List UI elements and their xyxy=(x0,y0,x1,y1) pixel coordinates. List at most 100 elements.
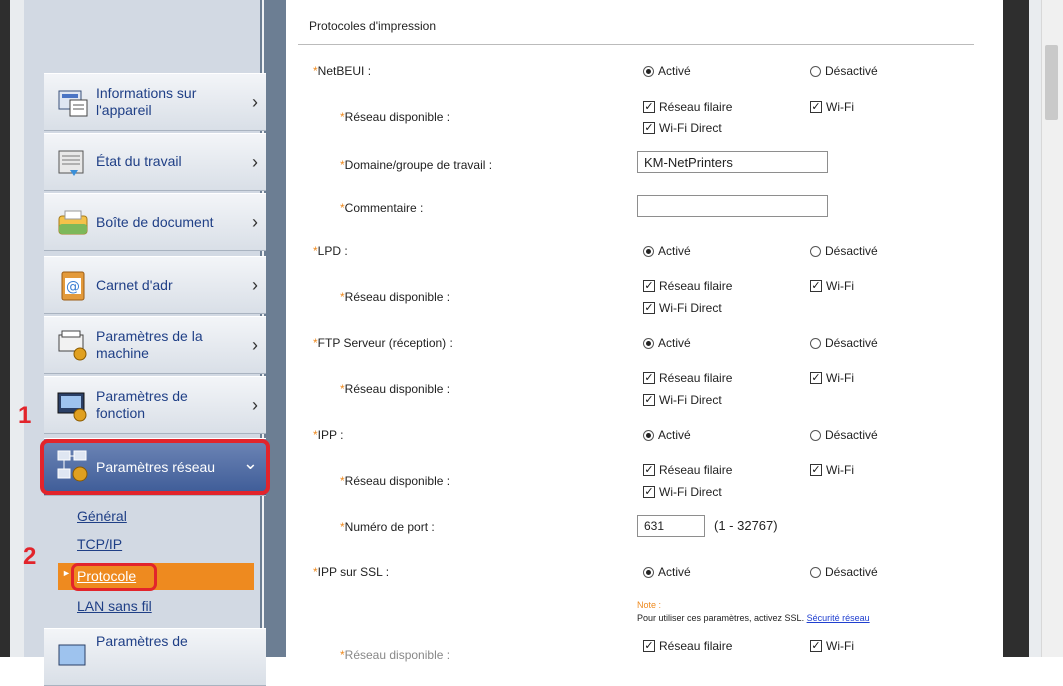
checkbox-checked-icon: ✓ xyxy=(643,101,655,113)
sidebar-item-etat-travail[interactable]: État du travail › xyxy=(44,133,266,191)
port-input[interactable]: 631 xyxy=(637,515,705,537)
check-ipp-ssl-wifi[interactable]: ✓ Wi-Fi xyxy=(810,639,854,653)
note-title: Note : xyxy=(637,600,662,610)
radio-ipp-ssl-active[interactable]: Activé xyxy=(643,565,691,579)
settings-folder-icon xyxy=(58,644,86,666)
option-label: Désactivé xyxy=(825,64,878,78)
sidebar-item-parametres-machine[interactable]: Paramètres de la machine › xyxy=(44,316,266,374)
sidebar-item-label: Boîte de document xyxy=(96,214,214,230)
chevron-right-icon: › xyxy=(252,212,258,232)
label-comment: *Commentaire : xyxy=(340,201,423,215)
label-text: Réseau disponible : xyxy=(344,110,451,124)
option-label: Réseau filaire xyxy=(659,463,733,477)
label-domain: *Domaine/groupe de travail : xyxy=(340,158,492,172)
option-label: Wi-Fi Direct xyxy=(659,121,722,135)
chevron-right-icon: › xyxy=(252,395,258,415)
window-right-frame xyxy=(1003,0,1029,657)
check-lpd-wired[interactable]: ✓ Réseau filaire xyxy=(643,279,732,293)
radio-ipp-ssl-inactive[interactable]: Désactivé xyxy=(810,565,878,579)
sub-link-general[interactable]: Général xyxy=(77,508,127,524)
security-link[interactable]: Sécurité réseau xyxy=(807,613,870,623)
comment-input[interactable] xyxy=(637,195,828,217)
sub-link-tcpip[interactable]: TCP/IP xyxy=(77,536,122,552)
check-ftp-wifi[interactable]: ✓ Wi-Fi xyxy=(810,371,854,385)
label-text: IPP : xyxy=(317,428,344,442)
radio-ipp-active[interactable]: Activé xyxy=(643,428,691,442)
checkbox-checked-icon: ✓ xyxy=(643,486,655,498)
note-text: Pour utiliser ces paramètres, activez SS… xyxy=(637,613,870,623)
check-lpd-wifi[interactable]: ✓ Wi-Fi xyxy=(810,279,854,293)
sidebar-item-label: État du travail xyxy=(96,153,182,169)
check-ipp-wifi-direct[interactable]: ✓ Wi-Fi Direct xyxy=(643,485,722,499)
scrollbar-thumb[interactable] xyxy=(1045,45,1058,120)
radio-ipp-inactive[interactable]: Désactivé xyxy=(810,428,878,442)
active-arrow-icon: ► xyxy=(62,568,71,578)
address-book-icon: @ xyxy=(61,271,85,301)
label-ftp: *FTP Serveur (réception) : xyxy=(313,336,453,350)
window-right-gutter xyxy=(1029,0,1041,657)
option-label: Activé xyxy=(658,64,691,78)
sidebar-item-label: Paramètres de xyxy=(96,388,188,404)
option-label: Wi-Fi xyxy=(826,639,854,653)
checkbox-checked-icon: ✓ xyxy=(810,101,822,113)
check-ipp-wifi[interactable]: ✓ Wi-Fi xyxy=(810,463,854,477)
radio-netbeui-active[interactable]: Activé xyxy=(643,64,691,78)
window-left-gutter xyxy=(10,0,24,657)
sub-link-lan-sans-fil[interactable]: LAN sans fil xyxy=(77,598,152,614)
chevron-right-icon: › xyxy=(252,275,258,295)
label-text: Réseau disponible : xyxy=(344,382,451,396)
check-ftp-wifi-direct[interactable]: ✓ Wi-Fi Direct xyxy=(643,393,722,407)
check-lpd-wifi-direct[interactable]: ✓ Wi-Fi Direct xyxy=(643,301,722,315)
callout-number-1: 1 xyxy=(18,402,32,429)
checkbox-checked-icon: ✓ xyxy=(643,640,655,652)
radio-checked-icon xyxy=(643,245,654,257)
sidebar-item-label: machine xyxy=(96,345,149,361)
sidebar-item-carnet-adr[interactable]: @ Carnet d'adr › xyxy=(44,256,266,314)
check-ipp-ssl-wired[interactable]: ✓ Réseau filaire xyxy=(643,639,732,653)
checkbox-checked-icon: ✓ xyxy=(643,280,655,292)
radio-checked-icon xyxy=(643,337,654,349)
label-netbeui: *NetBEUI : xyxy=(313,64,371,78)
option-label: Réseau filaire xyxy=(659,100,733,114)
checkbox-checked-icon: ✓ xyxy=(643,302,655,314)
sidebar-item-label: Paramètres de la xyxy=(96,328,203,344)
option-label: Activé xyxy=(658,336,691,350)
radio-unchecked-icon xyxy=(810,245,821,257)
radio-ftp-active[interactable]: Activé xyxy=(643,336,691,350)
label-netbeui-network: *Réseau disponible : xyxy=(340,110,450,124)
option-label: Désactivé xyxy=(825,244,878,258)
chevron-right-icon: › xyxy=(252,152,258,172)
sidebar-item-boite-document[interactable]: Boîte de document › xyxy=(44,193,266,251)
check-netbeui-wifi[interactable]: ✓ Wi-Fi xyxy=(810,100,854,114)
check-ipp-wired[interactable]: ✓ Réseau filaire xyxy=(643,463,732,477)
sidebar-item-parametres-fonction[interactable]: Paramètres de fonction › xyxy=(44,376,266,434)
checkbox-checked-icon: ✓ xyxy=(643,394,655,406)
radio-lpd-active[interactable]: Activé xyxy=(643,244,691,258)
sidebar-item-parametres-bottom[interactable]: Paramètres de xyxy=(44,628,266,686)
note-body: Pour utiliser ces paramètres, activez SS… xyxy=(637,613,805,623)
option-label: Wi-Fi Direct xyxy=(659,301,722,315)
port-range: (1 - 32767) xyxy=(714,518,778,533)
label-text: NetBEUI : xyxy=(317,64,372,78)
main-content xyxy=(286,0,1003,657)
check-netbeui-wired[interactable]: ✓ Réseau filaire xyxy=(643,100,732,114)
checkbox-checked-icon: ✓ xyxy=(810,280,822,292)
function-settings-icon xyxy=(57,392,87,422)
radio-netbeui-inactive[interactable]: Désactivé xyxy=(810,64,878,78)
sidebar-item-label: fonction xyxy=(96,405,146,421)
sidebar-item-informations[interactable]: Informations sur l'appareil › xyxy=(44,73,266,131)
label-text: LPD : xyxy=(317,244,348,258)
callout-number-2: 2 xyxy=(23,543,37,570)
option-label: Wi-Fi xyxy=(826,463,854,477)
domain-input[interactable]: KM-NetPrinters xyxy=(637,151,828,173)
radio-unchecked-icon xyxy=(810,429,821,441)
radio-lpd-inactive[interactable]: Désactivé xyxy=(810,244,878,258)
svg-text:@: @ xyxy=(66,279,80,295)
label-port: *Numéro de port : xyxy=(340,520,435,534)
label-text: FTP Serveur (réception) : xyxy=(317,336,453,350)
check-netbeui-wifi-direct[interactable]: ✓ Wi-Fi Direct xyxy=(643,121,722,135)
radio-ftp-inactive[interactable]: Désactivé xyxy=(810,336,878,350)
check-ftp-wired[interactable]: ✓ Réseau filaire xyxy=(643,371,732,385)
radio-checked-icon xyxy=(643,566,654,578)
option-label: Activé xyxy=(658,244,691,258)
